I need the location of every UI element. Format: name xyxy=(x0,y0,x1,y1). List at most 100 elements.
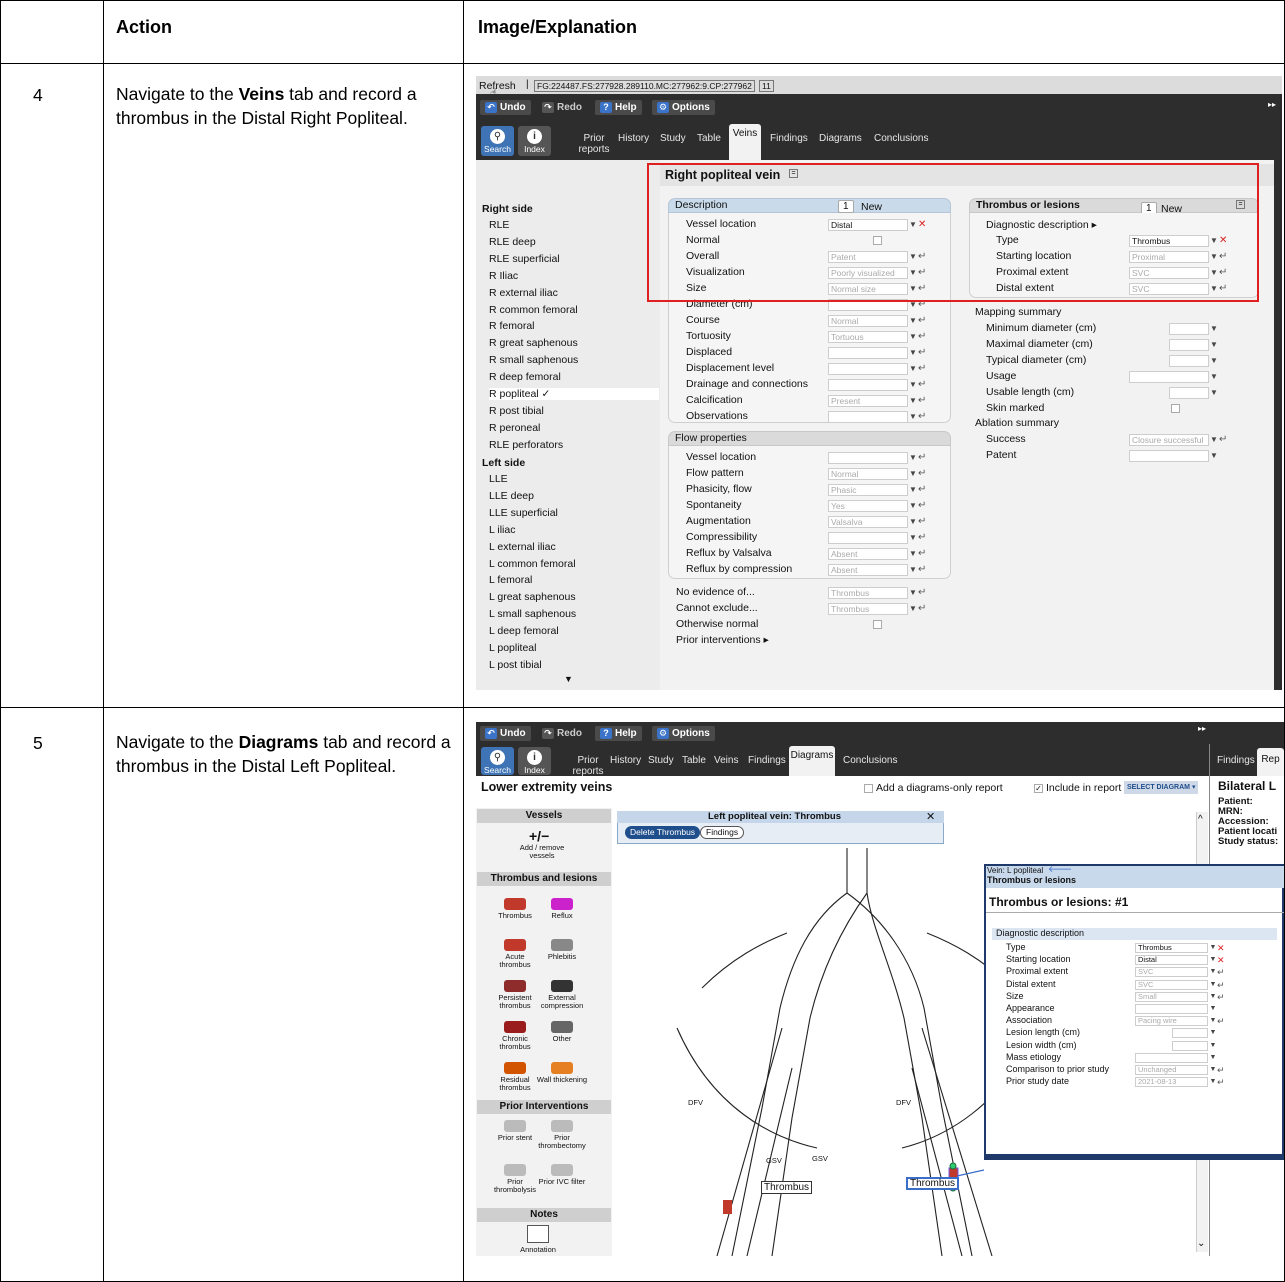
sidebar-item[interactable]: L iliac xyxy=(489,524,515,536)
return-icon[interactable]: ↵ xyxy=(1217,1015,1225,1027)
return-icon[interactable]: ↵ xyxy=(918,379,926,391)
search-button[interactable]: ⚲ Search xyxy=(481,126,514,156)
sidebar-item[interactable]: RLE superficial xyxy=(489,253,560,265)
chevron-down-icon[interactable]: ▼ xyxy=(908,395,918,407)
undo-button[interactable]: ↶ Undo xyxy=(480,100,531,115)
sidebar-item[interactable]: R deep femoral xyxy=(489,371,561,383)
redo-button[interactable]: ↷ Redo xyxy=(537,726,587,741)
field-dropdown[interactable] xyxy=(1135,1004,1208,1014)
sidebar-item[interactable]: L popliteal xyxy=(489,642,536,654)
sidebar-item[interactable]: L common femoral xyxy=(489,558,576,570)
field-dropdown[interactable] xyxy=(828,532,908,544)
palette-icon[interactable] xyxy=(551,1164,573,1176)
tab-prior-reports[interactable]: Prior reports xyxy=(568,755,608,777)
expand-icon[interactable]: ▸▸ xyxy=(1268,100,1276,109)
tab-prior-reports[interactable]: Prior reports xyxy=(574,133,614,155)
field-dropdown[interactable]: Thrombus xyxy=(828,603,908,615)
delete-thrombus-button[interactable]: Delete Thrombus xyxy=(625,826,701,839)
chevron-down-icon[interactable]: ▼ xyxy=(1208,1040,1218,1052)
palette-icon[interactable] xyxy=(504,1021,526,1033)
chevron-down-icon[interactable]: ▼ xyxy=(908,379,918,391)
tab-table[interactable]: Table xyxy=(682,755,706,766)
sidebar-item[interactable]: L external iliac xyxy=(489,541,556,553)
return-icon[interactable]: ↵ xyxy=(1217,991,1225,1003)
return-icon[interactable]: ↵ xyxy=(918,516,926,528)
return-icon[interactable]: ↵ xyxy=(918,468,926,480)
scroll-down-icon[interactable]: ⌄ xyxy=(1197,1238,1205,1249)
help-button[interactable]: ? Help xyxy=(595,726,642,741)
tab-veins[interactable]: Veins xyxy=(714,755,738,766)
chevron-down-icon[interactable]: ▼ xyxy=(1209,450,1219,462)
sidebar-item[interactable]: R small saphenous xyxy=(489,354,578,366)
return-icon[interactable]: ↵ xyxy=(918,532,926,544)
undo-button[interactable]: ↶ Undo xyxy=(480,726,531,741)
tab-diagrams[interactable]: Diagrams xyxy=(819,133,862,144)
field-input[interactable] xyxy=(1169,387,1209,399)
chevron-down-icon[interactable]: ▼ xyxy=(908,500,918,512)
field-dropdown[interactable] xyxy=(828,347,908,359)
field-dropdown[interactable]: Pacing wire xyxy=(1135,1016,1208,1027)
field-dropdown[interactable]: Tortuous xyxy=(828,331,908,343)
tab-findings[interactable]: Findings xyxy=(770,133,808,144)
tab-findings-right[interactable]: Findings xyxy=(1217,755,1255,766)
field-dropdown[interactable]: SVC xyxy=(1135,967,1208,978)
tab-report-right[interactable]: Rep xyxy=(1257,748,1284,776)
refresh-link[interactable]: Refresh xyxy=(479,80,516,92)
chevron-down-icon[interactable]: ▼ xyxy=(908,315,918,327)
sidebar-item[interactable]: RLE perforators xyxy=(489,439,563,451)
field-dropdown[interactable]: Present xyxy=(828,395,908,407)
field-checkbox[interactable] xyxy=(1171,404,1180,413)
chevron-down-icon[interactable]: ▼ xyxy=(1209,371,1219,383)
sidebar-item[interactable]: R common femoral xyxy=(489,304,578,316)
diagrams-only-checkbox[interactable] xyxy=(864,784,873,793)
field-dropdown[interactable]: Absent xyxy=(828,564,908,576)
sidebar-item[interactable]: R peroneal xyxy=(489,422,540,434)
field-dropdown[interactable] xyxy=(1129,450,1209,462)
chevron-down-icon[interactable]: ▼ xyxy=(1208,1003,1218,1015)
chevron-down-icon[interactable]: ▼ xyxy=(908,363,918,375)
return-icon[interactable]: ↵ xyxy=(918,548,926,560)
palette-icon[interactable] xyxy=(551,939,573,951)
sidebar-item[interactable]: R great saphenous xyxy=(489,337,578,349)
return-icon[interactable]: ↵ xyxy=(918,395,926,407)
sidebar-item[interactable]: R external iliac xyxy=(489,287,558,299)
palette-icon[interactable] xyxy=(504,1164,526,1176)
field-dropdown[interactable]: Normal xyxy=(828,315,908,327)
field-dropdown[interactable]: Normal xyxy=(828,468,908,480)
chevron-down-icon[interactable]: ▼ xyxy=(908,484,918,496)
chevron-down-icon[interactable]: ▼ xyxy=(1209,434,1219,446)
sidebar-item[interactable]: R popliteal ✓ xyxy=(489,388,659,400)
sidebar-item[interactable]: L post tibial xyxy=(489,659,542,671)
search-button[interactable]: ⚲ Search xyxy=(481,747,514,775)
field-dropdown[interactable] xyxy=(1172,1028,1208,1039)
sidebar-item[interactable]: R femoral xyxy=(489,320,535,332)
field-dropdown[interactable] xyxy=(1135,1052,1208,1063)
annotation-icon[interactable] xyxy=(527,1225,549,1243)
chevron-down-icon[interactable]: ▼ xyxy=(908,564,918,576)
field-dropdown[interactable] xyxy=(828,411,908,423)
field-dropdown[interactable]: SVC xyxy=(1135,979,1208,990)
thrombus-label-left-leg[interactable]: Thrombus xyxy=(906,1177,960,1190)
field-dropdown[interactable]: Valsalva xyxy=(828,516,908,528)
select-diagram-button[interactable]: SELECT DIAGRAM ▾ xyxy=(1124,781,1199,794)
sidebar-item[interactable]: L great saphenous xyxy=(489,591,576,603)
chevron-down-icon[interactable]: ▼ xyxy=(908,452,918,464)
field-dropdown[interactable]: Thrombus xyxy=(828,587,908,599)
options-button[interactable]: ⚙ Options xyxy=(652,726,715,741)
field-dropdown[interactable]: Thrombus xyxy=(1135,943,1208,953)
field-input[interactable] xyxy=(1169,339,1209,351)
chevron-down-icon[interactable]: ▼ xyxy=(908,532,918,544)
return-icon[interactable]: ↵ xyxy=(918,315,926,327)
sidebar-item[interactable]: LLE xyxy=(489,473,508,485)
clear-icon[interactable]: ✕ xyxy=(1217,942,1225,954)
chevron-down-icon[interactable]: ▼ xyxy=(1209,387,1219,399)
chevron-down-icon[interactable]: ▼ xyxy=(908,347,918,359)
sidebar-item[interactable]: RLE deep xyxy=(489,236,536,248)
return-icon[interactable]: ↵ xyxy=(1219,434,1227,446)
palette-icon[interactable] xyxy=(504,980,526,992)
return-icon[interactable]: ↵ xyxy=(918,411,926,423)
back-arrow-icon[interactable]: 🡐 xyxy=(1048,864,1072,875)
chevron-down-icon[interactable]: ▼ xyxy=(908,468,918,480)
palette-icon[interactable] xyxy=(504,939,526,951)
field-dropdown[interactable]: 2021-08-13 xyxy=(1135,1077,1208,1088)
